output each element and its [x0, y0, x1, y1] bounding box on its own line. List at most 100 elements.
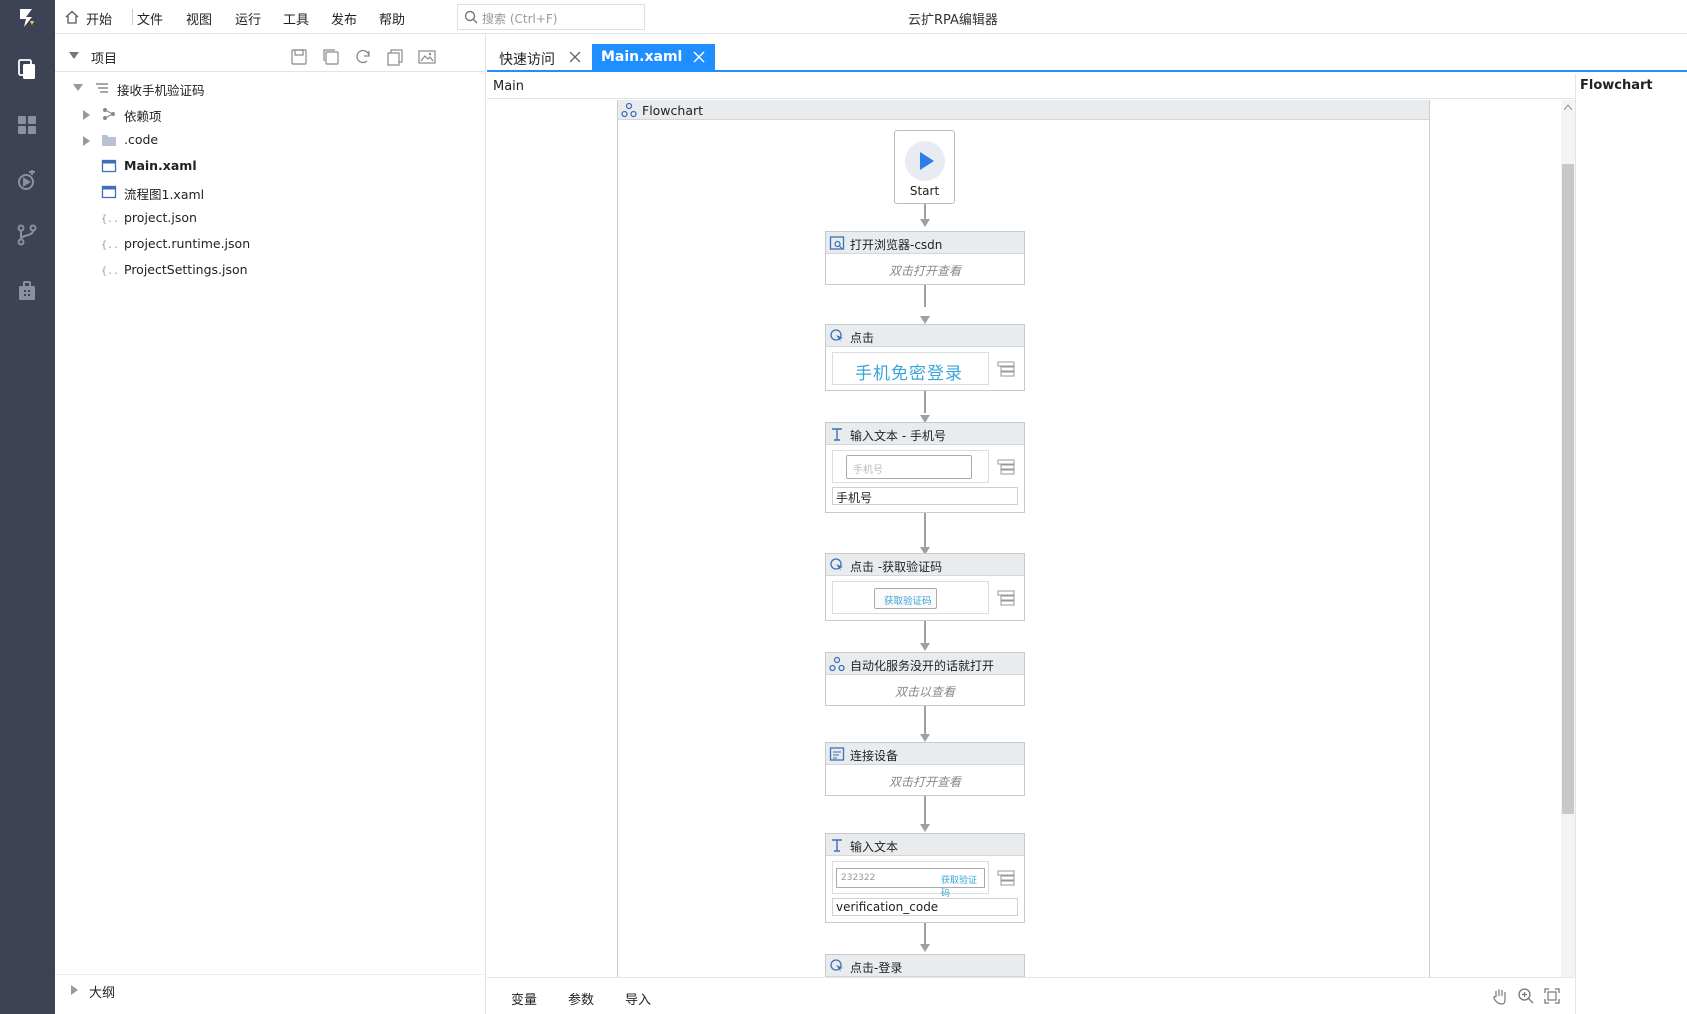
- xaml-file-icon: [101, 159, 117, 173]
- menu-item-file[interactable]: 文件: [137, 9, 163, 28]
- activity-click[interactable]: 点击 手机免密登录: [825, 324, 1025, 391]
- package-icon[interactable]: [12, 276, 42, 306]
- connector-arrow: [920, 824, 930, 832]
- connector-line: [924, 391, 926, 413]
- menu-separator: [132, 9, 133, 25]
- folder-icon: [102, 135, 116, 146]
- connector-arrow: [920, 219, 930, 227]
- refresh-icon[interactable]: [353, 47, 373, 67]
- breadcrumb-item[interactable]: Main: [493, 79, 524, 94]
- tree-root-label: 接收手机验证码: [117, 83, 205, 98]
- target-menu-icon[interactable]: [997, 459, 1015, 475]
- json-file-icon: {..}: [101, 214, 117, 225]
- search-icon: [464, 10, 478, 24]
- connector-line: [924, 796, 926, 826]
- click-icon: [830, 329, 843, 342]
- connector-line: [924, 513, 926, 549]
- tree-item-flowchart-xaml[interactable]: 流程图1.xaml: [55, 180, 486, 204]
- device-icon: [829, 747, 845, 761]
- tree-item-settings-json[interactable]: {..} ProjectSettings.json: [55, 258, 486, 282]
- activity-sub-flowchart[interactable]: 自动化服务没开的话就打开 双击以查看: [825, 652, 1025, 706]
- activity-type-phone[interactable]: 输入文本 - 手机号 手机号 手机号: [825, 422, 1025, 513]
- tree-item-project-json[interactable]: {..} project.json: [55, 206, 486, 230]
- close-icon[interactable]: [569, 51, 581, 63]
- input-value: 232322: [841, 873, 876, 883]
- close-icon[interactable]: [693, 51, 705, 63]
- expand-caret-icon[interactable]: [83, 110, 91, 120]
- properties-panel: Flowchart: [1575, 74, 1687, 1014]
- tree-root[interactable]: 接收手机验证码: [55, 76, 486, 100]
- menu-item-publish[interactable]: 发布: [331, 9, 357, 28]
- branch-icon[interactable]: [12, 220, 42, 250]
- fit-screen-icon[interactable]: [1543, 987, 1561, 1005]
- button-text: 获取验证码: [884, 596, 932, 607]
- target-menu-icon[interactable]: [997, 870, 1015, 886]
- project-panel-title: 项目: [91, 52, 118, 67]
- dashboard-icon[interactable]: [12, 110, 42, 140]
- scroll-up-icon[interactable]: [1564, 104, 1572, 110]
- flowchart-title: Flowchart: [642, 103, 704, 118]
- robot-icon[interactable]: [12, 165, 42, 195]
- activity-type-code[interactable]: 输入文本 232322 获取验证码 verification_code: [825, 833, 1025, 923]
- pan-hand-icon[interactable]: [1491, 987, 1509, 1005]
- tree-item-label: 依赖项: [124, 109, 162, 124]
- activity-title: 点击 -获取验证码: [850, 560, 943, 574]
- activity-hint: 双击打开查看: [888, 264, 961, 278]
- expand-caret-icon[interactable]: [71, 985, 79, 995]
- arguments-tab[interactable]: 参数: [568, 989, 594, 1008]
- imports-tab[interactable]: 导入: [625, 989, 651, 1008]
- activity-title: 打开浏览器-csdn: [850, 238, 943, 252]
- tab-main-xaml[interactable]: Main.xaml: [592, 44, 715, 72]
- files-icon[interactable]: [12, 54, 42, 84]
- tree-item-main-xaml[interactable]: Main.xaml: [55, 154, 486, 178]
- search-input[interactable]: 搜索 (Ctrl+F): [457, 4, 645, 30]
- menu-item-help[interactable]: 帮助: [379, 9, 405, 28]
- activity-hint: 双击打开查看: [888, 775, 961, 789]
- zoom-in-icon[interactable]: [1517, 987, 1535, 1005]
- xaml-file-icon: [101, 185, 117, 199]
- tree-item-deps[interactable]: 依赖项: [55, 102, 486, 126]
- activity-open-browser[interactable]: 打开浏览器-csdn 双击打开查看: [825, 231, 1025, 285]
- text-field[interactable]: 手机号: [832, 487, 1018, 505]
- logo-icon: [20, 9, 34, 27]
- menu-item-tools[interactable]: 工具: [283, 9, 309, 28]
- expand-caret-icon[interactable]: [73, 84, 83, 92]
- vertical-scrollbar[interactable]: [1561, 100, 1575, 977]
- expand-caret-icon[interactable]: [83, 136, 91, 146]
- image-icon[interactable]: [417, 47, 437, 67]
- scrollbar-thumb[interactable]: [1562, 164, 1574, 814]
- tree-item-runtime-json[interactable]: {..} project.runtime.json: [55, 232, 486, 256]
- tree-item-label: Main.xaml: [124, 158, 197, 173]
- menu-item-start[interactable]: 开始: [86, 9, 112, 28]
- target-menu-icon[interactable]: [997, 361, 1015, 377]
- connector-arrow: [920, 734, 930, 742]
- connector-line: [924, 621, 926, 645]
- tree-item-label: project.json: [124, 210, 197, 225]
- input-link: 获取验证码: [941, 876, 978, 899]
- menu-item-run[interactable]: 运行: [235, 9, 261, 28]
- designer-bottom-bar: 变量 参数 导入: [487, 977, 1574, 1014]
- text-field[interactable]: verification_code: [832, 898, 1018, 916]
- tab-quick-access[interactable]: 快速访问: [487, 44, 589, 72]
- play-icon: [920, 152, 934, 170]
- activity-click-get-code[interactable]: 点击 -获取验证码 获取验证码: [825, 553, 1025, 621]
- tree-item-code[interactable]: .code: [55, 128, 486, 152]
- outline-section[interactable]: 大纲: [55, 974, 486, 1004]
- activity-connect-device[interactable]: 连接设备 双击打开查看: [825, 742, 1025, 796]
- project-icon: [96, 83, 108, 93]
- variables-tab[interactable]: 变量: [511, 989, 537, 1008]
- breadcrumb: Main: [487, 74, 1574, 99]
- tab-label: Main.xaml: [601, 49, 683, 65]
- copy-icon[interactable]: [385, 47, 405, 67]
- activity-title: 连接设备: [850, 749, 899, 763]
- target-menu-icon[interactable]: [997, 590, 1015, 606]
- collapse-caret-icon[interactable]: [69, 52, 79, 60]
- outline-title: 大纲: [89, 986, 116, 1001]
- save-all-icon[interactable]: [321, 47, 341, 67]
- activity-click-login[interactable]: 点击-登录: [825, 954, 1025, 977]
- save-icon[interactable]: [289, 47, 309, 67]
- menu-item-view[interactable]: 视图: [186, 9, 212, 28]
- start-node[interactable]: Start: [894, 130, 955, 204]
- menu-bar: 开始 文件 视图 运行 工具 发布 帮助 搜索 (Ctrl+F) 云扩RPA编辑…: [55, 0, 1687, 34]
- screenshot-text: 手机免密登录: [855, 364, 963, 384]
